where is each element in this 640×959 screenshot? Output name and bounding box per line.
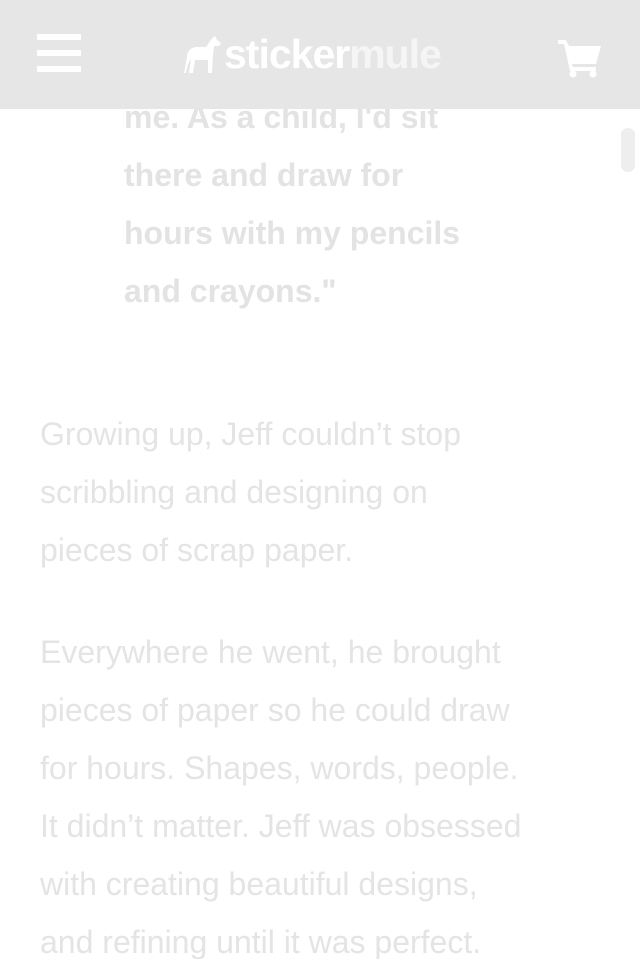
paragraph-line: scribbling and designing on [40, 474, 428, 510]
quote-line: there and draw for [124, 157, 404, 193]
scrollbar-thumb[interactable] [621, 128, 635, 172]
shopping-cart-icon[interactable] [556, 36, 604, 78]
paragraph-line: pieces of scrap paper. [40, 532, 354, 568]
quote-line: and crayons." [124, 273, 337, 309]
paragraph-line: for hours. Shapes, words, people. [40, 750, 519, 786]
top-navigation-bar: sticker mule [0, 0, 640, 109]
paragraph-line: with creating beautiful designs, [40, 866, 478, 902]
logo-word-sticker: sticker [224, 31, 350, 77]
page-viewport: me. As a child, I'd sit there and draw f… [0, 0, 640, 959]
mule-icon [184, 36, 221, 73]
logo-word-mule: mule [349, 31, 442, 77]
paragraph-line: Everywhere he went, he brought [40, 634, 501, 670]
paragraph-line: and refining until it was perfect. [40, 924, 482, 959]
paragraph-line: pieces of paper so he could draw [40, 692, 510, 728]
article-body: me. As a child, I'd sit there and draw f… [0, 0, 640, 959]
quote-line: hours with my pencils [124, 215, 461, 251]
hamburger-menu-icon[interactable] [37, 34, 81, 74]
paragraph-line: It didn’t matter. Jeff was obsessed [40, 808, 522, 844]
stickermule-logo[interactable]: sticker mule [180, 30, 442, 78]
paragraph-line: Growing up, Jeff couldn’t stop [40, 416, 461, 452]
